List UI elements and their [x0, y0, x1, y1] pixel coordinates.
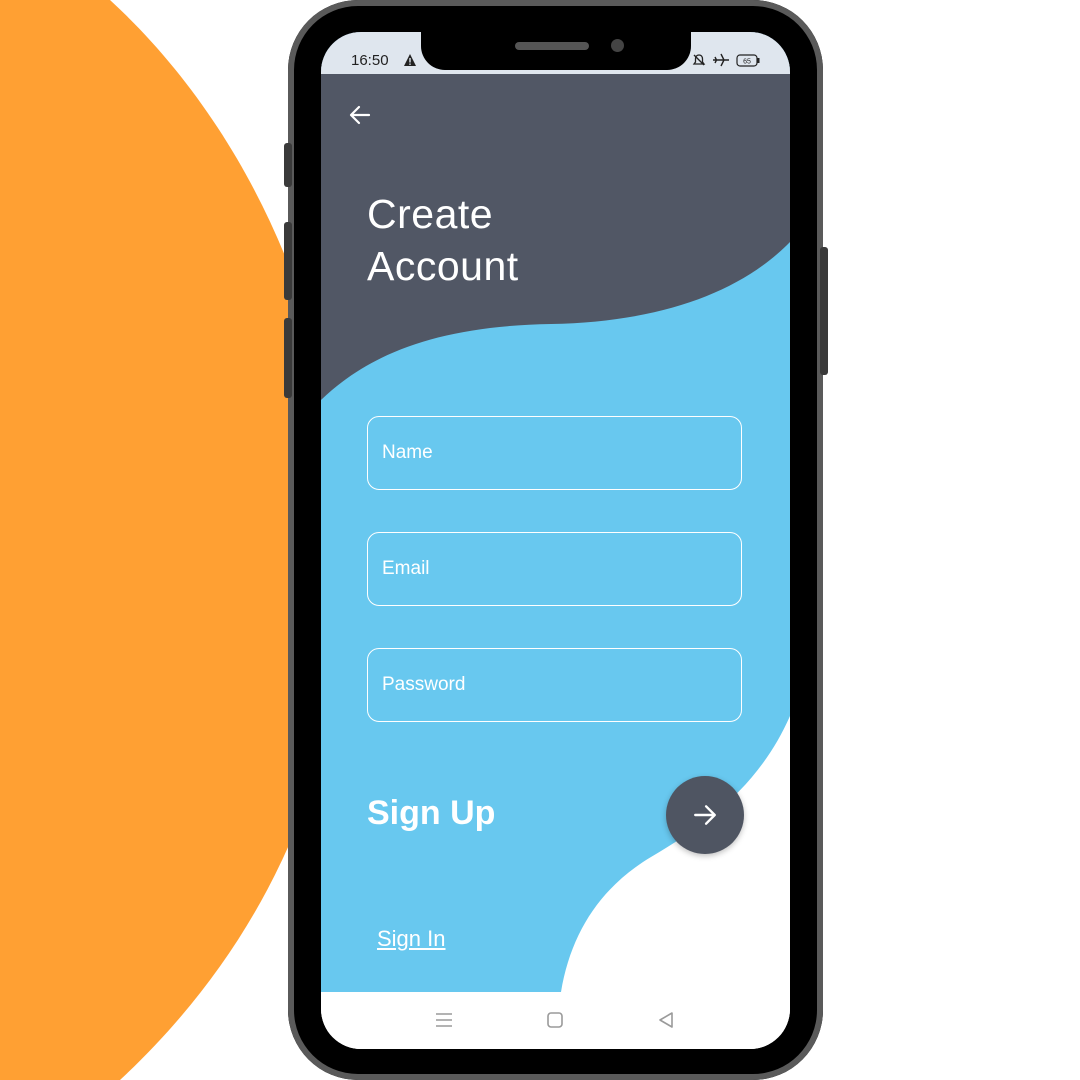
page-title-line1: Create	[367, 191, 494, 237]
phone-mockup: 16:50 65 Create Account Name Email Sign …	[284, 0, 828, 1080]
phone-screen: 16:50 65 Create Account Name Email Sign …	[321, 32, 790, 1049]
back-triangle-icon	[659, 1012, 673, 1028]
name-field[interactable]	[367, 416, 742, 490]
airplane-icon	[713, 53, 729, 67]
menu-icon	[436, 1013, 452, 1027]
dnd-icon	[692, 54, 706, 66]
front-camera	[611, 39, 624, 52]
arrow-left-icon	[349, 105, 371, 125]
home-icon	[547, 1012, 563, 1028]
password-input[interactable]	[368, 649, 741, 721]
status-icons: 65	[692, 52, 760, 68]
battery-level: 65	[743, 58, 751, 65]
page-title-line2: Account	[367, 243, 519, 289]
phone-side-button	[284, 143, 292, 187]
status-time: 16:50	[351, 52, 389, 69]
speaker-grille	[515, 42, 589, 50]
signup-label: Sign Up	[367, 794, 496, 832]
menu-nav-button[interactable]	[432, 1008, 456, 1032]
signup-submit-button[interactable]	[666, 776, 744, 854]
back-nav-button[interactable]	[654, 1008, 678, 1032]
warning-icon	[404, 54, 416, 66]
system-nav-bar	[321, 992, 790, 1049]
battery-icon: 65	[736, 53, 760, 67]
phone-volume-up-button	[284, 222, 292, 300]
signin-link[interactable]: Sign In	[377, 926, 446, 952]
phone-power-button	[820, 247, 828, 375]
name-input[interactable]	[368, 417, 741, 489]
arrow-right-icon	[694, 805, 716, 825]
back-button[interactable]	[343, 98, 377, 132]
password-field[interactable]	[367, 648, 742, 722]
email-field[interactable]	[367, 532, 742, 606]
page-title: Create Account	[367, 188, 519, 292]
email-input[interactable]	[368, 533, 741, 605]
phone-notch	[421, 32, 691, 70]
home-nav-button[interactable]	[543, 1008, 567, 1032]
phone-volume-down-button	[284, 318, 292, 398]
